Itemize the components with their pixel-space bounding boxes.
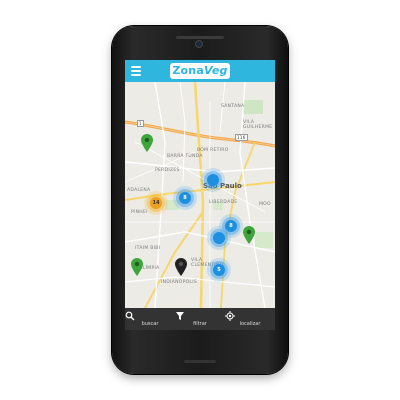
locate-icon	[225, 311, 235, 321]
green-pin-icon[interactable]	[131, 258, 143, 276]
logo-text-veg: Veg	[203, 64, 228, 77]
nav-localizar-label: localizar	[239, 321, 261, 327]
map-label-santana: SANTANA	[221, 104, 245, 109]
map-roads	[125, 82, 275, 308]
hamburger-menu-icon[interactable]	[131, 66, 141, 76]
restaurant-cluster[interactable]: 8	[179, 192, 191, 204]
map-label-pinheiros: PINHEI	[131, 210, 148, 215]
restaurant-cluster[interactable]	[207, 174, 219, 186]
green-pin-icon[interactable]	[141, 134, 153, 152]
nav-filtrar-button[interactable]: filtrar	[175, 308, 225, 330]
map-label-perdizes: PERDIZES	[155, 168, 180, 173]
map-label-bom-retiro: BOM RETIRO	[197, 148, 229, 153]
map-label-adalena: ADALENA	[127, 188, 151, 193]
logo-text-zona: Zona	[172, 64, 204, 77]
highway-shield-1: 1	[137, 120, 144, 127]
nav-localizar-button[interactable]: localizar	[225, 308, 275, 330]
highway-shield-116: 116	[235, 134, 248, 141]
black-pin-icon[interactable]	[175, 258, 187, 276]
search-icon	[125, 311, 135, 321]
restaurant-cluster[interactable]: 5	[213, 264, 225, 276]
map-label-vila-clementino: VILA CLEMENTINO	[191, 258, 224, 268]
map-label-indianopolis: INDIANÓPOLIS	[161, 280, 198, 285]
nav-filtrar-label: filtrar	[193, 321, 207, 327]
bottom-speaker	[184, 360, 216, 363]
restaurant-cluster[interactable]: 14	[150, 197, 162, 209]
map-label-liberdade: LIBERDADE	[209, 200, 238, 205]
map-label-vila-guilherme: VILA GUILHERME	[243, 120, 273, 130]
map-label-itaim-bibi: ITAIM BIBI	[135, 246, 161, 251]
restaurant-cluster[interactable]	[213, 232, 225, 244]
map-label-moo: MOO	[259, 202, 271, 207]
app-logo: ZonaVeg	[170, 63, 230, 79]
earpiece-speaker	[176, 36, 224, 39]
phone-screen: ZonaVeg SANTANA VILA GUILHERME BOM RETIR…	[125, 60, 275, 330]
nav-buscar-label: buscar	[141, 321, 159, 327]
front-camera	[196, 41, 202, 47]
app-bar: ZonaVeg	[125, 60, 275, 82]
stage: ZonaVeg SANTANA VILA GUILHERME BOM RETIR…	[0, 0, 400, 400]
map-label-barra-funda: BARRA FUNDA	[167, 154, 203, 159]
filter-icon	[176, 312, 184, 320]
bottom-navigation: buscar filtrar localizar	[125, 308, 275, 330]
map-view[interactable]: SANTANA VILA GUILHERME BOM RETIRO BARRA …	[125, 82, 275, 308]
green-pin-icon[interactable]	[243, 226, 255, 244]
nav-buscar-button[interactable]: buscar	[125, 308, 175, 330]
restaurant-cluster[interactable]: 8	[225, 220, 237, 232]
